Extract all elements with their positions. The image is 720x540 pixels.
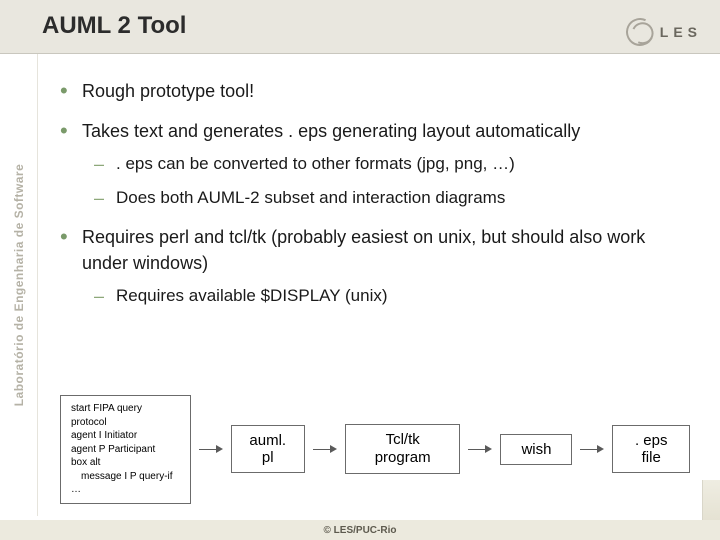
left-vertical-label: Laboratório de Engenharia de Software: [12, 164, 26, 407]
header: AUML 2 Tool LES: [0, 0, 720, 54]
pipeline-box-tcltk: Tcl/tk program: [345, 424, 461, 474]
content: Rough prototype tool! Takes text and gen…: [60, 78, 690, 322]
logo-text: LES: [660, 24, 702, 40]
code-line: …: [71, 483, 81, 497]
code-line: box alt: [71, 456, 100, 470]
arrow-right-icon: [313, 444, 337, 454]
sub-list: . eps can be converted to other formats …: [94, 152, 690, 210]
pipeline-box-wish: wish: [500, 434, 572, 465]
footer-decoration: [702, 480, 720, 520]
sub-item: Does both AUML-2 subset and interaction …: [94, 186, 690, 210]
bullet-text: Rough prototype tool!: [82, 81, 254, 101]
pipeline-box-eps: . eps file: [612, 425, 690, 473]
sub-item: Requires available $DISPLAY (unix): [94, 284, 690, 308]
code-line: agent P Participant: [71, 443, 155, 457]
page-title: AUML 2 Tool: [42, 12, 186, 40]
bullet-list: Rough prototype tool! Takes text and gen…: [60, 78, 690, 308]
bullet-text: Requires perl and tcl/tk (probably easie…: [82, 227, 645, 273]
footer-text: © LES/PUC-Rio: [324, 525, 397, 536]
logo-swirl-icon: [622, 14, 658, 50]
pipeline-diagram: start FIPA query protocol agent I Initia…: [60, 395, 690, 504]
bullet-text: Takes text and generates . eps generatin…: [82, 121, 580, 141]
pipeline-box-auml: auml. pl: [231, 425, 305, 473]
bullet-item: Rough prototype tool!: [60, 78, 690, 104]
pipeline-box-source: start FIPA query protocol agent I Initia…: [60, 395, 191, 504]
left-band: Laboratório de Engenharia de Software: [0, 54, 38, 516]
logo: LES: [626, 18, 702, 46]
arrow-right-icon: [580, 444, 604, 454]
sub-list: Requires available $DISPLAY (unix): [94, 284, 690, 308]
bullet-item: Requires perl and tcl/tk (probably easie…: [60, 224, 690, 308]
sub-item: . eps can be converted to other formats …: [94, 152, 690, 176]
bullet-item: Takes text and generates . eps generatin…: [60, 118, 690, 210]
code-line: start FIPA query protocol: [71, 402, 180, 429]
sub-text: Requires available $DISPLAY (unix): [116, 286, 388, 305]
slide: AUML 2 Tool LES Laboratório de Engenhari…: [0, 0, 720, 540]
arrow-right-icon: [468, 444, 492, 454]
sub-text: Does both AUML-2 subset and interaction …: [116, 188, 505, 207]
code-line: message I P query-if: [71, 470, 173, 484]
sub-text: . eps can be converted to other formats …: [116, 154, 515, 173]
footer: © LES/PUC-Rio: [0, 520, 720, 540]
code-line: agent I Initiator: [71, 429, 137, 443]
arrow-right-icon: [199, 444, 223, 454]
